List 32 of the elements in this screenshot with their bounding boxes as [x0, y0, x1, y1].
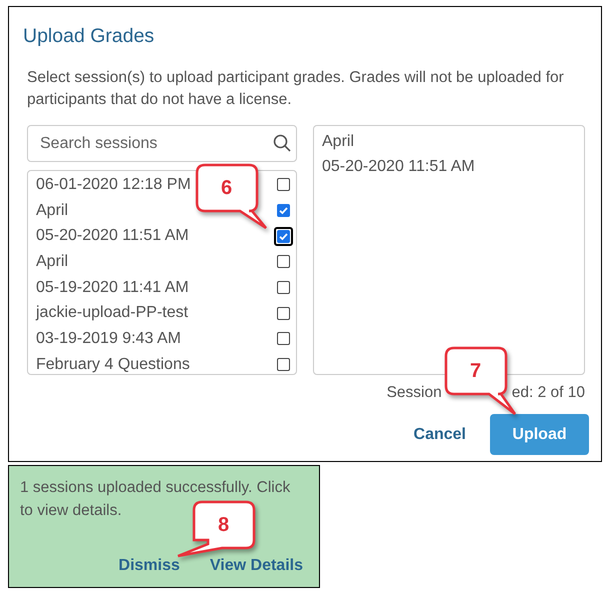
checkbox[interactable] [277, 358, 290, 372]
checkbox[interactable] [277, 281, 290, 294]
checkbox[interactable] [277, 332, 290, 346]
session-name: 05-19-2020 11:41 AM [36, 278, 189, 297]
callout-balloon [196, 164, 268, 230]
checkbox[interactable] [277, 230, 290, 243]
session-name: jackie-upload-PP-test [36, 304, 188, 322]
dialog-title: Upload Grades [23, 25, 156, 48]
session-name: April [36, 202, 68, 220]
session-name: 03-19-2019 9:43 AM [36, 330, 181, 348]
session-name: April [36, 252, 68, 271]
callout-number: 7 [470, 360, 482, 382]
callout-number: 6 [221, 177, 232, 199]
upload-button[interactable]: Upload [490, 414, 589, 455]
selected-session: 05-20-2020 11:51 AM [322, 157, 476, 177]
checkbox[interactable] [277, 204, 290, 218]
selection-count: Session [386, 384, 442, 402]
cancel-button[interactable]: Cancel [414, 418, 466, 452]
session-name: February 4 Questions [36, 356, 190, 374]
checkbox[interactable] [277, 178, 290, 192]
session-name: 05-20-2020 11:51 AM [36, 227, 189, 246]
selected-session: April [322, 132, 356, 152]
search-field[interactable]: Search sessions [27, 125, 297, 162]
selection-count: ed: 2 of 10 [512, 384, 585, 402]
checkbox[interactable] [277, 255, 290, 268]
checkbox[interactable] [277, 306, 290, 320]
callout-number: 8 [218, 514, 230, 536]
search-icon[interactable] [273, 134, 291, 152]
view-details-link[interactable]: View Details [210, 557, 303, 575]
session-name: 06-01-2020 12:18 PM [36, 176, 191, 194]
dismiss-link[interactable]: Dismiss [118, 557, 180, 575]
dialog-description: Select session(s) to upload participant grades. Grades will not be uploaded for participants that do not have a license. [27, 68, 565, 110]
